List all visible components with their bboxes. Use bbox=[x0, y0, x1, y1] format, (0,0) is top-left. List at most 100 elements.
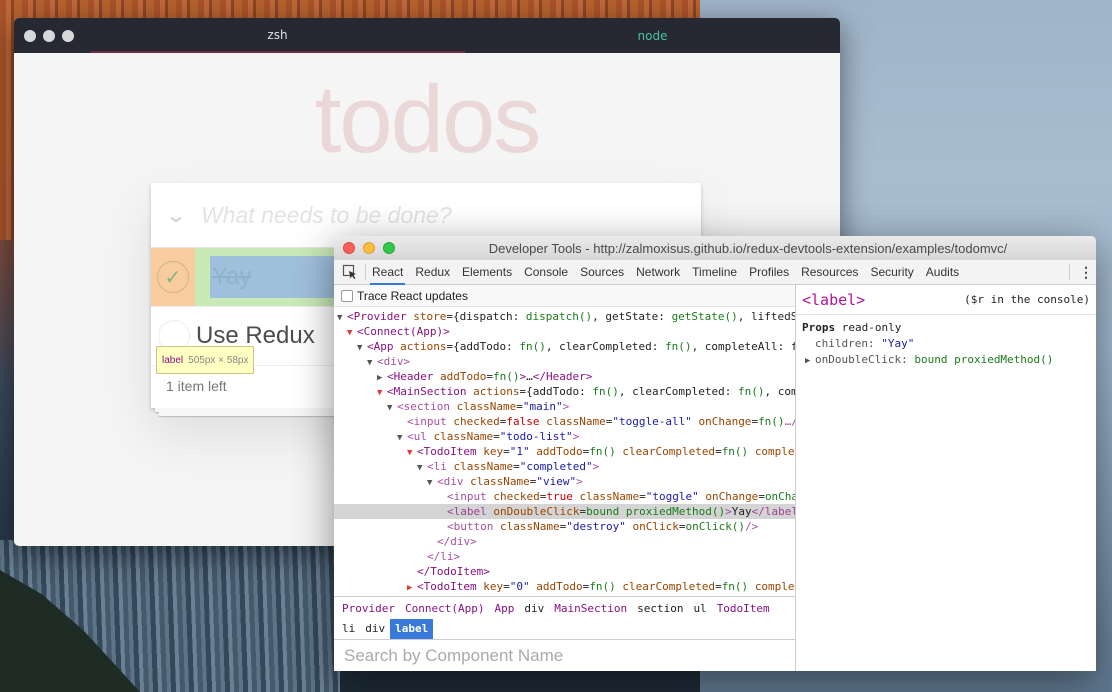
terminal-tab-node[interactable]: node bbox=[465, 18, 840, 53]
breadcrumb: Provider Connect(App) App div MainSection sec… bbox=[334, 596, 795, 639]
prop-row[interactable]: children: "Yay" bbox=[802, 336, 1090, 352]
inspect-cursor-icon bbox=[342, 264, 356, 279]
collapse-arrow-icon[interactable]: ▼ bbox=[417, 461, 427, 474]
collapse-arrow-icon[interactable]: ▼ bbox=[347, 326, 357, 339]
expand-arrow-icon[interactable]: ▶ bbox=[805, 353, 815, 369]
breadcrumb-item-li[interactable]: li bbox=[337, 619, 360, 639]
tree-node-close-div[interactable]: </div> bbox=[334, 534, 795, 549]
collapse-arrow-icon[interactable]: ▼ bbox=[407, 446, 417, 459]
devtools-tabbar: React Redux Elements Console Sources Net… bbox=[334, 260, 1096, 285]
breadcrumb-item-provider[interactable]: Provider bbox=[337, 599, 400, 619]
trace-updates-row: Trace React updates bbox=[334, 285, 795, 307]
tree-node-todoitem[interactable]: ▶ <TodoItem key="0" addTodo=fn() clearCom… bbox=[334, 579, 795, 594]
terminal-tab-zsh[interactable]: zsh bbox=[90, 18, 465, 53]
props-title: Props bbox=[802, 321, 836, 334]
collapse-arrow-icon[interactable]: ▼ bbox=[387, 401, 397, 414]
props-section: Props read-only children: "Yay" ▶ onDoubl… bbox=[796, 315, 1096, 374]
todo-toggle-checkbox[interactable]: ✓ bbox=[156, 261, 189, 293]
console-hint: ($r in the console) bbox=[964, 293, 1090, 306]
collapse-arrow-icon[interactable]: ▼ bbox=[397, 431, 407, 444]
trace-updates-label[interactable]: Trace React updates bbox=[357, 289, 468, 303]
breadcrumb-item-label[interactable]: label bbox=[390, 619, 434, 639]
tree-node-input-toggle[interactable]: <input checked=true className="toggle" o… bbox=[334, 489, 795, 504]
tree-node-close-li[interactable]: </li> bbox=[334, 549, 795, 564]
breadcrumb-item-ul[interactable]: ul bbox=[688, 599, 711, 619]
breadcrumb-item-connect-app[interactable]: Connect(App) bbox=[400, 599, 489, 619]
tree-node-label-selected[interactable]: <label onDoubleClick=bound proxiedMethod… bbox=[334, 504, 795, 519]
tab-timeline[interactable]: Timeline bbox=[686, 260, 743, 284]
prop-value: bound proxiedMethod() bbox=[914, 353, 1054, 366]
tab-label: Network bbox=[636, 265, 681, 279]
tab-label: Resources bbox=[801, 265, 859, 279]
minimize-window-button[interactable] bbox=[43, 29, 55, 42]
sidebar-header: <label> ($r in the console) bbox=[796, 285, 1096, 315]
breadcrumb-item-todoitem[interactable]: TodoItem bbox=[712, 599, 775, 619]
collapse-arrow-icon[interactable]: ▼ bbox=[427, 476, 437, 489]
app-title: todos bbox=[314, 66, 542, 173]
tree-node-todoitem[interactable]: ▼ <TodoItem key="1" addTodo=fn() clearCom… bbox=[334, 444, 795, 459]
checkmark-icon: ✓ bbox=[164, 266, 182, 289]
breadcrumb-item-div[interactable]: div bbox=[519, 599, 549, 619]
tree-node-li[interactable]: ▼ <li className="completed"> bbox=[334, 459, 795, 474]
terminal-titlebar: zsh node bbox=[14, 18, 840, 53]
prop-value[interactable]: "Yay" bbox=[881, 337, 914, 350]
prop-row[interactable]: ▶ onDoubleClick: bound proxiedMethod() bbox=[802, 352, 1090, 369]
items-left-count: 1 item left bbox=[166, 378, 227, 394]
inspect-element-button[interactable] bbox=[334, 264, 366, 280]
tree-node-header[interactable]: ▶ <Header addTodo=fn()>…</Header> bbox=[334, 369, 795, 384]
breadcrumb-item-app[interactable]: App bbox=[489, 599, 519, 619]
tab-profiles[interactable]: Profiles bbox=[743, 260, 795, 284]
kebab-menu-icon: ⋮ bbox=[1079, 263, 1093, 280]
breadcrumb-item-section[interactable]: section bbox=[632, 599, 688, 619]
tree-node-input-toggle-all[interactable]: <input checked=false className="toggle-a… bbox=[334, 414, 795, 429]
collapse-arrow-icon[interactable]: ▼ bbox=[367, 356, 377, 369]
tree-node-connect-app[interactable]: ▼ <Connect(App)> bbox=[334, 324, 795, 339]
devtools-title: Developer Tools - http://zalmoxisus.gith… bbox=[488, 240, 1008, 256]
tab-label: zsh bbox=[267, 27, 288, 42]
breadcrumb-item-mainsection[interactable]: MainSection bbox=[549, 599, 632, 619]
expand-arrow-icon[interactable]: ▶ bbox=[377, 371, 387, 384]
devtools-titlebar: Developer Tools - http://zalmoxisus.gith… bbox=[334, 236, 1096, 260]
tab-label: Security bbox=[870, 265, 914, 279]
collapse-arrow-icon[interactable]: ▼ bbox=[377, 386, 387, 399]
new-todo-input[interactable] bbox=[201, 201, 671, 229]
tab-network[interactable]: Network bbox=[630, 260, 686, 284]
tab-elements[interactable]: Elements bbox=[456, 260, 518, 284]
tab-audits[interactable]: Audits bbox=[920, 260, 965, 284]
tree-node-ul[interactable]: ▼ <ul className="todo-list"> bbox=[334, 429, 795, 444]
zoom-window-button[interactable] bbox=[62, 29, 74, 42]
devtools-body: Trace React updates ▼ <Provider store={di… bbox=[334, 285, 1096, 671]
trace-updates-checkbox[interactable] bbox=[341, 289, 353, 302]
tree-node-close-todoitem[interactable]: </TodoItem> bbox=[334, 564, 795, 579]
tree-node-mainsection[interactable]: ▼ <MainSection actions={addTodo: fn(), cl… bbox=[334, 384, 795, 399]
tree-node-section[interactable]: ▼ <section className="main"> bbox=[334, 399, 795, 414]
expand-arrow-icon[interactable]: ▶ bbox=[407, 581, 417, 594]
tab-label: React bbox=[372, 265, 404, 279]
tree-node-app[interactable]: ▼ <App actions={addTodo: fn(), clearCompl… bbox=[334, 339, 795, 354]
more-options-button[interactable]: ⋮ bbox=[1076, 260, 1096, 284]
close-window-button[interactable] bbox=[24, 29, 36, 42]
tree-node-div-view[interactable]: ▼ <div className="view"> bbox=[334, 474, 795, 489]
tree-node-button-destroy[interactable]: <button className="destroy" onClick=onCl… bbox=[334, 519, 795, 534]
tree-node-provider[interactable]: ▼ <Provider store={dispatch: dispatch(), … bbox=[334, 309, 795, 324]
collapse-arrow-icon[interactable]: ▼ bbox=[337, 311, 347, 324]
tab-react[interactable]: React bbox=[366, 260, 409, 285]
breadcrumb-item-div[interactable]: div bbox=[360, 619, 390, 639]
inspect-tooltip: label 505px × 58px bbox=[156, 346, 255, 374]
collapse-arrow-icon[interactable]: ▼ bbox=[357, 341, 367, 354]
tab-security[interactable]: Security bbox=[864, 260, 919, 284]
search-row bbox=[334, 639, 795, 671]
devtools-window: Developer Tools - http://zalmoxisus.gith… bbox=[334, 236, 1096, 671]
tab-console[interactable]: Console bbox=[518, 260, 574, 284]
tab-redux[interactable]: Redux bbox=[409, 260, 456, 284]
tab-resources[interactable]: Resources bbox=[795, 260, 864, 284]
tab-label: Timeline bbox=[692, 265, 738, 279]
tooltip-dimensions: 505px × 58px bbox=[188, 354, 249, 366]
tab-sources[interactable]: Sources bbox=[574, 260, 630, 284]
tree-node-div[interactable]: ▼ <div> bbox=[334, 354, 795, 369]
todo-toggle-cell: ✓ bbox=[151, 248, 195, 306]
todo-label[interactable]: Yay bbox=[212, 263, 252, 291]
component-search-input[interactable] bbox=[334, 640, 795, 671]
window-controls bbox=[14, 18, 90, 53]
toggle-all-chevron-icon[interactable]: ⌄ bbox=[141, 203, 211, 228]
